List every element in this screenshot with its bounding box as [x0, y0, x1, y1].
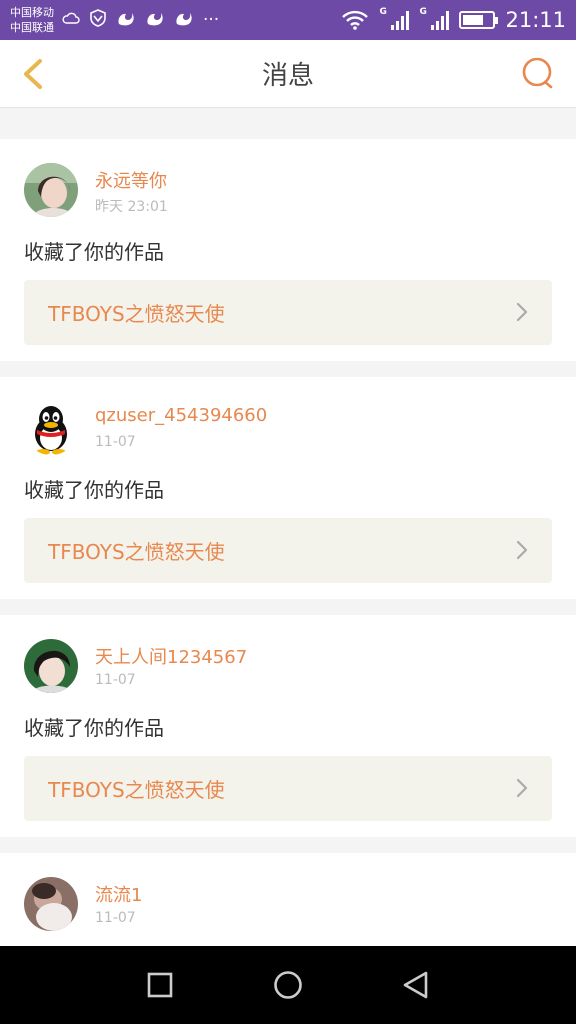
home-button[interactable]: [268, 965, 308, 1005]
message-action: 收藏了你的作品: [24, 716, 164, 740]
message-time: 昨天 23:01: [95, 199, 168, 215]
clock: 21:11: [505, 8, 566, 32]
recent-apps-icon: [147, 972, 173, 998]
avatar[interactable]: [24, 877, 78, 931]
weather-cloud-icon: [62, 11, 80, 29]
carrier-name-2: 中国联通: [10, 21, 54, 34]
network-type-label: G: [419, 7, 427, 17]
chevron-right-icon: [516, 778, 528, 798]
uc-browser-icon: [174, 9, 194, 31]
message-action: 收藏了你的作品: [24, 240, 164, 264]
wifi-icon: [342, 10, 369, 30]
uc-browser-icon: [116, 9, 136, 31]
avatar[interactable]: [24, 401, 78, 455]
recent-apps-button[interactable]: [140, 965, 180, 1005]
chevron-left-icon: [24, 59, 42, 89]
message-time: 11-07: [95, 434, 136, 450]
message-action: 收藏了你的作品: [24, 478, 164, 502]
signal-icon: G: [419, 7, 450, 30]
work-link[interactable]: TFBOYS之愤怒天使: [24, 280, 552, 345]
chevron-right-icon: [516, 540, 528, 560]
signal-icon: G: [379, 7, 410, 30]
username[interactable]: 流流1: [95, 881, 142, 907]
system-navigation-bar: [0, 946, 576, 1024]
page-title: 消息: [261, 61, 314, 91]
work-title: TFBOYS之愤怒天使: [48, 778, 225, 802]
username[interactable]: 天上人间1234567: [95, 643, 247, 669]
work-link[interactable]: TFBOYS之愤怒天使: [24, 756, 552, 821]
carrier-name-1: 中国移动: [10, 6, 54, 19]
home-icon: [274, 971, 302, 999]
more-dots-icon: ···: [203, 9, 220, 30]
work-link[interactable]: TFBOYS之愤怒天使: [24, 518, 552, 583]
search-icon: [522, 57, 553, 89]
username[interactable]: qzuser_454394660: [95, 405, 267, 426]
avatar[interactable]: [24, 163, 78, 217]
notification-icons: ···: [62, 9, 219, 31]
battery-icon: [459, 11, 499, 29]
message-time: 11-07: [95, 672, 136, 688]
back-button[interactable]: [14, 52, 58, 96]
shield-icon: [89, 9, 107, 31]
message-list[interactable]: 永远等你 昨天 23:01 收藏了你的作品 TFBOYS之愤怒天使 qzuser…: [0, 108, 576, 946]
carrier-info: 中国移动 中国联通: [10, 5, 54, 35]
message-time: 11-07: [95, 910, 136, 926]
header-bar: 消息: [0, 40, 576, 108]
message-card: qzuser_454394660 11-07 收藏了你的作品 TFBOYS之愤怒…: [0, 377, 576, 599]
username[interactable]: 永远等你: [95, 167, 167, 193]
avatar[interactable]: [24, 639, 78, 693]
work-title: TFBOYS之愤怒天使: [48, 302, 225, 326]
message-card: 流流1 11-07: [0, 853, 576, 946]
message-card: 永远等你 昨天 23:01 收藏了你的作品 TFBOYS之愤怒天使: [0, 139, 576, 361]
message-card: 天上人间1234567 11-07 收藏了你的作品 TFBOYS之愤怒天使: [0, 615, 576, 837]
network-type-label: G: [379, 7, 387, 17]
uc-browser-icon: [145, 9, 165, 31]
search-button[interactable]: [520, 56, 556, 92]
system-back-button[interactable]: [396, 965, 436, 1005]
chevron-right-icon: [516, 302, 528, 322]
back-icon: [403, 971, 428, 999]
status-bar: 中国移动 中国联通 ··· G G 21:11: [0, 0, 576, 40]
work-title: TFBOYS之愤怒天使: [48, 540, 225, 564]
